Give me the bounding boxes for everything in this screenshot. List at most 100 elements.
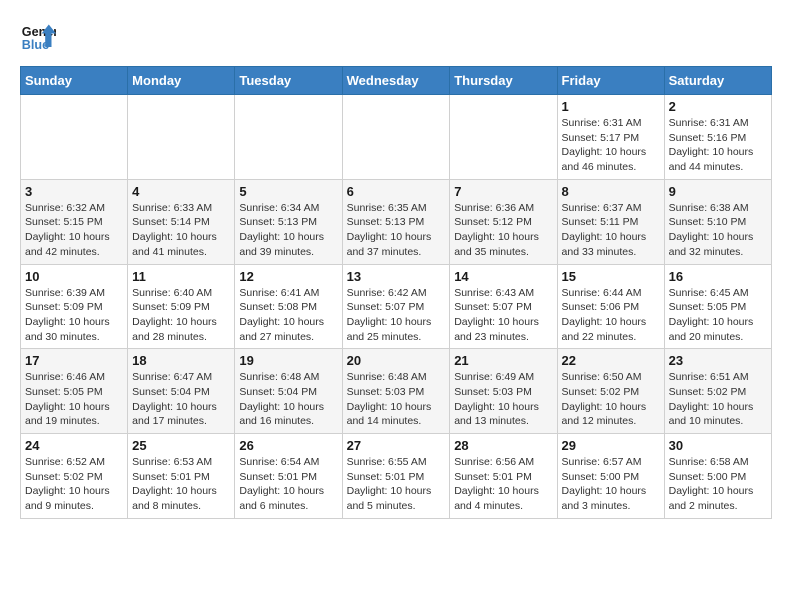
calendar-cell: 5 Sunrise: 6:34 AM Sunset: 5:13 PM Daylig… <box>235 179 342 264</box>
calendar-header-row: SundayMondayTuesdayWednesdayThursdayFrid… <box>21 67 772 95</box>
calendar-cell: 14 Sunrise: 6:43 AM Sunset: 5:07 PM Dayli… <box>450 264 557 349</box>
calendar-cell: 1 Sunrise: 6:31 AM Sunset: 5:17 PM Daylig… <box>557 95 664 180</box>
calendar-cell: 19 Sunrise: 6:48 AM Sunset: 5:04 PM Dayli… <box>235 349 342 434</box>
day-info: Sunrise: 6:48 AM Sunset: 5:04 PM Dayligh… <box>239 370 337 429</box>
day-info: Sunrise: 6:31 AM Sunset: 5:16 PM Dayligh… <box>669 116 767 175</box>
day-number: 3 <box>25 184 123 199</box>
calendar-cell: 26Sunrise: 6:54 AM Sunset: 5:01 PM Dayli… <box>235 434 342 519</box>
calendar-cell: 22Sunrise: 6:50 AM Sunset: 5:02 PM Dayli… <box>557 349 664 434</box>
day-info: Sunrise: 6:43 AM Sunset: 5:07 PM Dayligh… <box>454 286 552 345</box>
day-info: Sunrise: 6:41 AM Sunset: 5:08 PM Dayligh… <box>239 286 337 345</box>
day-info: Sunrise: 6:32 AM Sunset: 5:15 PM Dayligh… <box>25 201 123 260</box>
day-info: Sunrise: 6:49 AM Sunset: 5:03 PM Dayligh… <box>454 370 552 429</box>
day-info: Sunrise: 6:56 AM Sunset: 5:01 PM Dayligh… <box>454 455 552 514</box>
calendar-cell <box>342 95 450 180</box>
day-number: 12 <box>239 269 337 284</box>
day-number: 24 <box>25 438 123 453</box>
day-number: 15 <box>562 269 660 284</box>
day-number: 18 <box>132 353 230 368</box>
day-info: Sunrise: 6:54 AM Sunset: 5:01 PM Dayligh… <box>239 455 337 514</box>
day-info: Sunrise: 6:38 AM Sunset: 5:10 PM Dayligh… <box>669 201 767 260</box>
day-info: Sunrise: 6:51 AM Sunset: 5:02 PM Dayligh… <box>669 370 767 429</box>
day-number: 27 <box>347 438 446 453</box>
calendar-cell: 13 Sunrise: 6:42 AM Sunset: 5:07 PM Dayli… <box>342 264 450 349</box>
day-number: 29 <box>562 438 660 453</box>
day-number: 8 <box>562 184 660 199</box>
day-info: Sunrise: 6:47 AM Sunset: 5:04 PM Dayligh… <box>132 370 230 429</box>
day-number: 23 <box>669 353 767 368</box>
day-number: 30 <box>669 438 767 453</box>
day-info: Sunrise: 6:48 AM Sunset: 5:03 PM Dayligh… <box>347 370 446 429</box>
day-info: Sunrise: 6:36 AM Sunset: 5:12 PM Dayligh… <box>454 201 552 260</box>
calendar-cell: 12 Sunrise: 6:41 AM Sunset: 5:08 PM Dayli… <box>235 264 342 349</box>
day-info: Sunrise: 6:31 AM Sunset: 5:17 PM Dayligh… <box>562 116 660 175</box>
calendar-week-2: 3 Sunrise: 6:32 AM Sunset: 5:15 PM Daylig… <box>21 179 772 264</box>
day-number: 14 <box>454 269 552 284</box>
calendar-cell: 4 Sunrise: 6:33 AM Sunset: 5:14 PM Daylig… <box>128 179 235 264</box>
day-number: 28 <box>454 438 552 453</box>
calendar-cell: 24 Sunrise: 6:52 AM Sunset: 5:02 PM Dayli… <box>21 434 128 519</box>
day-number: 13 <box>347 269 446 284</box>
calendar-cell: 17 Sunrise: 6:46 AM Sunset: 5:05 PM Dayli… <box>21 349 128 434</box>
calendar-cell: 25 Sunrise: 6:53 AM Sunset: 5:01 PM Dayli… <box>128 434 235 519</box>
weekday-header-sunday: Sunday <box>21 67 128 95</box>
calendar-cell: 15Sunrise: 6:44 AM Sunset: 5:06 PM Dayli… <box>557 264 664 349</box>
day-info: Sunrise: 6:33 AM Sunset: 5:14 PM Dayligh… <box>132 201 230 260</box>
calendar-week-4: 17 Sunrise: 6:46 AM Sunset: 5:05 PM Dayli… <box>21 349 772 434</box>
day-number: 22 <box>562 353 660 368</box>
day-number: 17 <box>25 353 123 368</box>
day-number: 7 <box>454 184 552 199</box>
day-number: 21 <box>454 353 552 368</box>
calendar-cell <box>21 95 128 180</box>
calendar-cell: 27 Sunrise: 6:55 AM Sunset: 5:01 PM Dayli… <box>342 434 450 519</box>
calendar-cell: 20 Sunrise: 6:48 AM Sunset: 5:03 PM Dayli… <box>342 349 450 434</box>
day-number: 19 <box>239 353 337 368</box>
day-info: Sunrise: 6:35 AM Sunset: 5:13 PM Dayligh… <box>347 201 446 260</box>
calendar-cell: 11 Sunrise: 6:40 AM Sunset: 5:09 PM Dayli… <box>128 264 235 349</box>
day-info: Sunrise: 6:37 AM Sunset: 5:11 PM Dayligh… <box>562 201 660 260</box>
day-info: Sunrise: 6:34 AM Sunset: 5:13 PM Dayligh… <box>239 201 337 260</box>
calendar-table: SundayMondayTuesdayWednesdayThursdayFrid… <box>20 66 772 519</box>
day-number: 10 <box>25 269 123 284</box>
logo-icon: General Blue <box>20 20 56 56</box>
day-number: 2 <box>669 99 767 114</box>
calendar-cell: 10 Sunrise: 6:39 AM Sunset: 5:09 PM Dayli… <box>21 264 128 349</box>
day-number: 1 <box>562 99 660 114</box>
day-info: Sunrise: 6:53 AM Sunset: 5:01 PM Dayligh… <box>132 455 230 514</box>
calendar-cell: 8 Sunrise: 6:37 AM Sunset: 5:11 PM Daylig… <box>557 179 664 264</box>
day-number: 20 <box>347 353 446 368</box>
calendar-cell: 18 Sunrise: 6:47 AM Sunset: 5:04 PM Dayli… <box>128 349 235 434</box>
calendar-cell: 7 Sunrise: 6:36 AM Sunset: 5:12 PM Daylig… <box>450 179 557 264</box>
day-number: 5 <box>239 184 337 199</box>
weekday-header-wednesday: Wednesday <box>342 67 450 95</box>
calendar-cell <box>450 95 557 180</box>
day-number: 16 <box>669 269 767 284</box>
day-number: 4 <box>132 184 230 199</box>
weekday-header-thursday: Thursday <box>450 67 557 95</box>
day-info: Sunrise: 6:40 AM Sunset: 5:09 PM Dayligh… <box>132 286 230 345</box>
day-info: Sunrise: 6:57 AM Sunset: 5:00 PM Dayligh… <box>562 455 660 514</box>
calendar-cell: 23 Sunrise: 6:51 AM Sunset: 5:02 PM Dayli… <box>664 349 771 434</box>
calendar-cell: 21 Sunrise: 6:49 AM Sunset: 5:03 PM Dayli… <box>450 349 557 434</box>
day-number: 25 <box>132 438 230 453</box>
day-number: 11 <box>132 269 230 284</box>
calendar-cell: 28 Sunrise: 6:56 AM Sunset: 5:01 PM Dayli… <box>450 434 557 519</box>
day-info: Sunrise: 6:55 AM Sunset: 5:01 PM Dayligh… <box>347 455 446 514</box>
calendar-cell <box>128 95 235 180</box>
calendar-cell <box>235 95 342 180</box>
day-info: Sunrise: 6:42 AM Sunset: 5:07 PM Dayligh… <box>347 286 446 345</box>
weekday-header-tuesday: Tuesday <box>235 67 342 95</box>
calendar-cell: 30Sunrise: 6:58 AM Sunset: 5:00 PM Dayli… <box>664 434 771 519</box>
day-number: 6 <box>347 184 446 199</box>
day-info: Sunrise: 6:39 AM Sunset: 5:09 PM Dayligh… <box>25 286 123 345</box>
day-info: Sunrise: 6:52 AM Sunset: 5:02 PM Dayligh… <box>25 455 123 514</box>
day-info: Sunrise: 6:46 AM Sunset: 5:05 PM Dayligh… <box>25 370 123 429</box>
svg-text:Blue: Blue <box>22 38 49 52</box>
calendar-week-3: 10 Sunrise: 6:39 AM Sunset: 5:09 PM Dayli… <box>21 264 772 349</box>
weekday-header-friday: Friday <box>557 67 664 95</box>
calendar-week-1: 1 Sunrise: 6:31 AM Sunset: 5:17 PM Daylig… <box>21 95 772 180</box>
day-number: 9 <box>669 184 767 199</box>
weekday-header-saturday: Saturday <box>664 67 771 95</box>
day-info: Sunrise: 6:45 AM Sunset: 5:05 PM Dayligh… <box>669 286 767 345</box>
page-header: General Blue <box>20 20 772 56</box>
